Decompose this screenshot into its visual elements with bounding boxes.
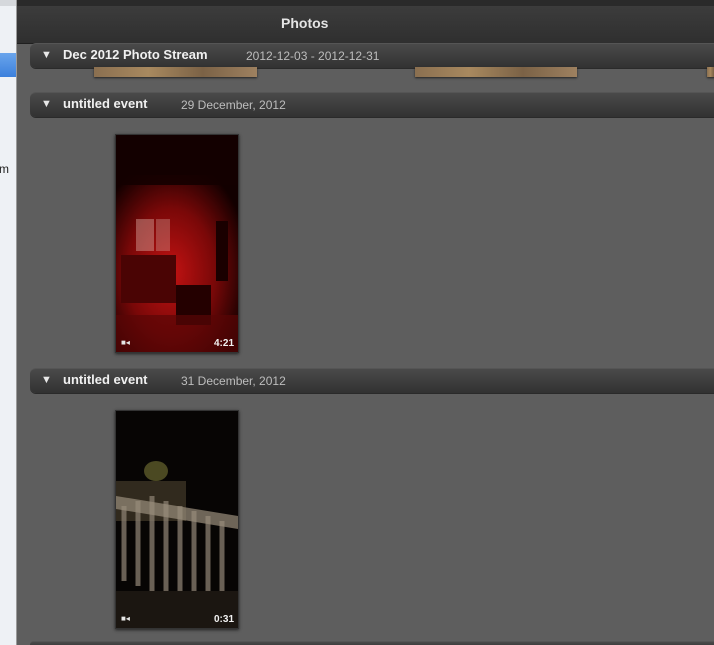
photo-thumbnail[interactable] <box>707 67 714 77</box>
video-thumbnail[interactable]: ■◂ 0:31 <box>115 410 239 629</box>
video-camera-icon: ■◂ <box>121 338 130 347</box>
event-title: Dec 2012 Photo Stream <box>63 47 208 62</box>
sidebar-top-edge <box>0 0 16 6</box>
event-header-untitled-2[interactable]: ▼ untitled event 31 December, 2012 <box>30 368 714 393</box>
disclosure-triangle-icon[interactable]: ▼ <box>41 374 52 386</box>
photo-thumbnail[interactable] <box>415 67 577 77</box>
sidebar-selected-item[interactable] <box>0 53 16 77</box>
photos-browser: Photos ▼ Dec 2012 Photo Stream 2012-12-0… <box>17 0 714 645</box>
video-duration: 0:31 <box>213 614 234 625</box>
video-camera-icon: ■◂ <box>121 614 130 623</box>
event-header-untitled-1[interactable]: ▼ untitled event 29 December, 2012 <box>30 92 714 117</box>
photo-thumbnail[interactable] <box>94 67 257 77</box>
event-date: 29 December, 2012 <box>181 98 286 112</box>
title-bar-edge <box>17 0 714 6</box>
page-title: Photos <box>281 15 329 31</box>
event-title: untitled event <box>63 372 148 387</box>
event-header-photo-stream[interactable]: ▼ Dec 2012 Photo Stream 2012-12-03 - 201… <box>30 43 714 68</box>
video-duration: 4:21 <box>213 338 234 349</box>
event-header-next[interactable] <box>30 641 714 645</box>
event-date: 31 December, 2012 <box>181 374 286 388</box>
sidebar-item-label: m <box>0 162 9 176</box>
disclosure-triangle-icon[interactable]: ▼ <box>41 49 52 61</box>
video-thumbnail[interactable]: ■◂ 4:21 <box>115 134 239 353</box>
source-list-sidebar: m <box>0 0 17 645</box>
disclosure-triangle-icon[interactable]: ▼ <box>41 98 52 110</box>
event-title: untitled event <box>63 96 148 111</box>
title-bar: Photos <box>17 0 714 44</box>
video-frame-image <box>116 411 238 628</box>
video-frame-image <box>116 135 238 352</box>
event-date-range: 2012-12-03 - 2012-12-31 <box>246 49 380 63</box>
